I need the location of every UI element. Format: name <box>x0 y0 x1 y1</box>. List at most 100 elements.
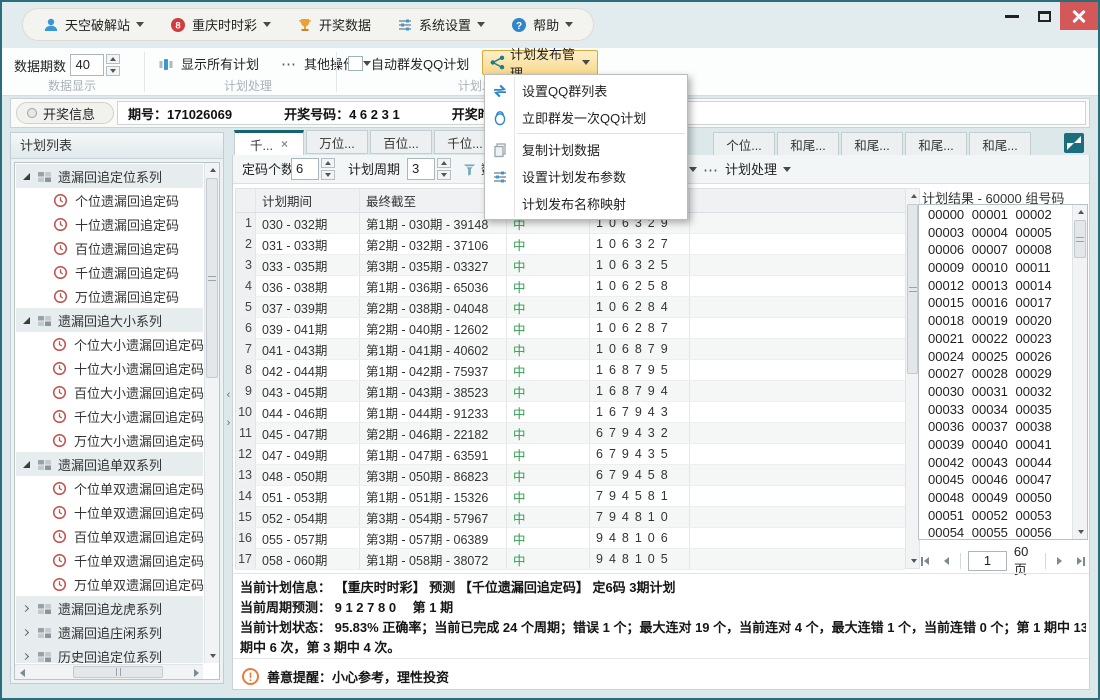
tab[interactable]: 和尾... <box>777 132 839 156</box>
result-row[interactable]: 00048 00049 00050 <box>920 489 1071 507</box>
menu-item[interactable]: 设置计划发布参数 <box>485 163 687 190</box>
table-row[interactable]: 14051 - 053期第1期 - 051期 - 15326中794581 <box>236 486 905 507</box>
scroll-up-icon[interactable] <box>1073 205 1088 219</box>
table-row[interactable]: 12047 - 049期第1期 - 047期 - 63591中679435 <box>236 444 905 465</box>
result-row[interactable]: 00054 00055 00056 <box>920 524 1071 538</box>
result-row[interactable]: 00003 00004 00005 <box>920 224 1071 242</box>
expand-icon[interactable] <box>22 628 29 635</box>
menu-item[interactable]: 复制计划数据 <box>485 136 687 163</box>
table-row[interactable]: 4036 - 038期第1期 - 036期 - 65036中106258 <box>236 276 905 297</box>
show-all-plans-button[interactable]: 显示所有计划 <box>181 54 259 73</box>
table-row[interactable]: 9043 - 045期第1期 - 043期 - 38523中168794 <box>236 381 905 402</box>
tree-group[interactable]: 遗漏回追定位系列 <box>16 164 203 188</box>
tree-item[interactable]: 十位遗漏回追定码 <box>16 212 203 236</box>
table-row[interactable]: 15052 - 054期第3期 - 054期 - 57967中794810 <box>236 507 905 528</box>
tree-item[interactable]: 万位单双遗漏回追定码 <box>16 572 203 596</box>
close-button[interactable] <box>1060 2 1098 30</box>
tree-item[interactable]: 万位大小遗漏回追定码 <box>16 428 203 452</box>
spin-up-icon[interactable] <box>106 54 120 64</box>
menu-item[interactable]: 立即群发一次QQ计划 <box>485 104 687 131</box>
result-row[interactable]: 00027 00028 00029 <box>920 365 1071 383</box>
menu-item-lottery[interactable]: 8重庆时时彩 <box>170 15 271 34</box>
col-period[interactable]: 计划期间 <box>256 189 360 212</box>
expand-icon[interactable] <box>22 652 29 659</box>
result-row[interactable]: 00006 00007 00008 <box>920 241 1071 259</box>
periods-spinner[interactable] <box>106 54 120 76</box>
tree-group[interactable]: 遗漏回追庄闲系列 <box>16 620 203 644</box>
result-row[interactable]: 00045 00046 00047 <box>920 471 1071 489</box>
tree-group[interactable]: 遗漏回追龙虎系列 <box>16 596 203 620</box>
table-row[interactable]: 5037 - 039期第2期 - 038期 - 04048中106284 <box>236 297 905 318</box>
result-row[interactable]: 00018 00019 00020 <box>920 312 1071 330</box>
collapse-icon[interactable] <box>23 173 30 180</box>
result-vscrollbar[interactable] <box>1072 205 1087 539</box>
publish-manage-button[interactable]: 计划发布管理 <box>482 50 598 75</box>
tab[interactable]: 万位... <box>306 130 368 154</box>
tree-group[interactable]: 遗漏回追大小系列 <box>16 308 203 332</box>
maximize-button[interactable] <box>1028 2 1060 30</box>
periods-input[interactable]: 40 <box>70 54 104 76</box>
collapse-icon[interactable] <box>23 461 30 468</box>
expand-icon[interactable] <box>22 604 29 611</box>
table-row[interactable]: 8042 - 044期第1期 - 042期 - 75937中168795 <box>236 360 905 381</box>
maximize-panel-button[interactable] <box>1064 133 1084 153</box>
tab[interactable]: 百位... <box>370 130 432 154</box>
result-row[interactable]: 00042 00043 00044 <box>920 454 1071 472</box>
tree-item[interactable]: 千位大小遗漏回追定码 <box>16 404 203 428</box>
result-row[interactable]: 00012 00013 00014 <box>920 277 1071 295</box>
scroll-up-icon[interactable] <box>906 189 921 203</box>
scroll-down-icon[interactable] <box>1073 525 1088 539</box>
result-row[interactable]: 00030 00031 00032 <box>920 383 1071 401</box>
tree-group[interactable]: 遗漏回追单双系列 <box>16 452 203 476</box>
collapse-icon[interactable] <box>23 317 30 324</box>
last-page-button[interactable] <box>1074 553 1088 569</box>
tab[interactable]: 和尾... <box>969 132 1031 156</box>
result-row[interactable]: 00015 00016 00017 <box>920 294 1071 312</box>
table-row[interactable]: 6039 - 041期第2期 - 040期 - 12602中106287 <box>236 318 905 339</box>
cycle-input[interactable]: 3 <box>407 158 435 180</box>
result-row[interactable]: 00051 00052 00053 <box>920 507 1071 525</box>
tree-item[interactable]: 个位单双遗漏回追定码 <box>16 476 203 500</box>
tree-item[interactable]: 百位单双遗漏回追定码 <box>16 524 203 548</box>
result-row[interactable]: 00024 00025 00026 <box>920 348 1071 366</box>
spin-down-icon[interactable] <box>106 66 120 76</box>
table-row[interactable]: 13048 - 050期第3期 - 050期 - 86823中679458 <box>236 465 905 486</box>
tree-item[interactable]: 千位遗漏回追定码 <box>16 260 203 284</box>
tree-item[interactable]: 个位遗漏回追定码 <box>16 188 203 212</box>
table-row[interactable]: 2031 - 033期第2期 - 032期 - 37106中106327 <box>236 234 905 255</box>
first-page-button[interactable] <box>918 553 932 569</box>
result-row[interactable]: 00021 00022 00023 <box>920 330 1071 348</box>
tree-item[interactable]: 百位大小遗漏回追定码 <box>16 380 203 404</box>
tab-close-icon[interactable]: × <box>281 137 288 151</box>
table-row[interactable]: 3033 - 035期第3期 - 035期 - 03327中106325 <box>236 255 905 276</box>
scroll-up-icon[interactable] <box>205 163 220 177</box>
table-row[interactable]: 17058 - 060期第1期 - 058期 - 38072中948105 <box>236 549 905 570</box>
prev-page-button[interactable] <box>939 553 953 569</box>
scroll-thumb[interactable] <box>907 204 918 374</box>
tab[interactable]: 千...× <box>234 130 304 156</box>
menu-item-draw-data[interactable]: 开奖数据 <box>297 15 371 34</box>
result-row[interactable]: 00033 00034 00035 <box>920 401 1071 419</box>
scroll-thumb[interactable] <box>206 178 218 378</box>
table-row[interactable]: 7041 - 043期第1期 - 041期 - 40602中106879 <box>236 339 905 360</box>
sidebar-hscrollbar[interactable] <box>15 664 203 679</box>
scroll-thumb[interactable] <box>1074 220 1086 258</box>
tab[interactable]: 和尾... <box>905 132 967 156</box>
codes-input[interactable]: 6 <box>291 158 319 180</box>
result-row[interactable]: 00009 00010 00011 <box>920 259 1071 277</box>
plan-process-button[interactable]: ⋯ 计划处理 <box>703 159 791 180</box>
menu-item-help[interactable]: ?帮助 <box>511 15 573 34</box>
menu-item-site[interactable]: 天空破解站 <box>43 15 144 34</box>
result-row[interactable]: 00039 00040 00041 <box>920 436 1071 454</box>
menu-item-settings[interactable]: 系统设置 <box>397 15 485 34</box>
draw-info-button[interactable]: 开奖信息 <box>16 102 114 124</box>
result-row[interactable]: 00000 00001 00002 <box>920 206 1071 224</box>
tree-item[interactable]: 百位遗漏回追定码 <box>16 236 203 260</box>
tree-group[interactable]: 历史回追定位系列 <box>16 644 203 663</box>
scroll-right-icon[interactable] <box>189 665 203 680</box>
scroll-down-icon[interactable] <box>205 649 220 663</box>
next-page-button[interactable] <box>1053 553 1067 569</box>
tree-item[interactable]: 千位单双遗漏回追定码 <box>16 548 203 572</box>
tree-item[interactable]: 万位遗漏回追定码 <box>16 284 203 308</box>
scroll-thumb[interactable] <box>73 666 163 678</box>
